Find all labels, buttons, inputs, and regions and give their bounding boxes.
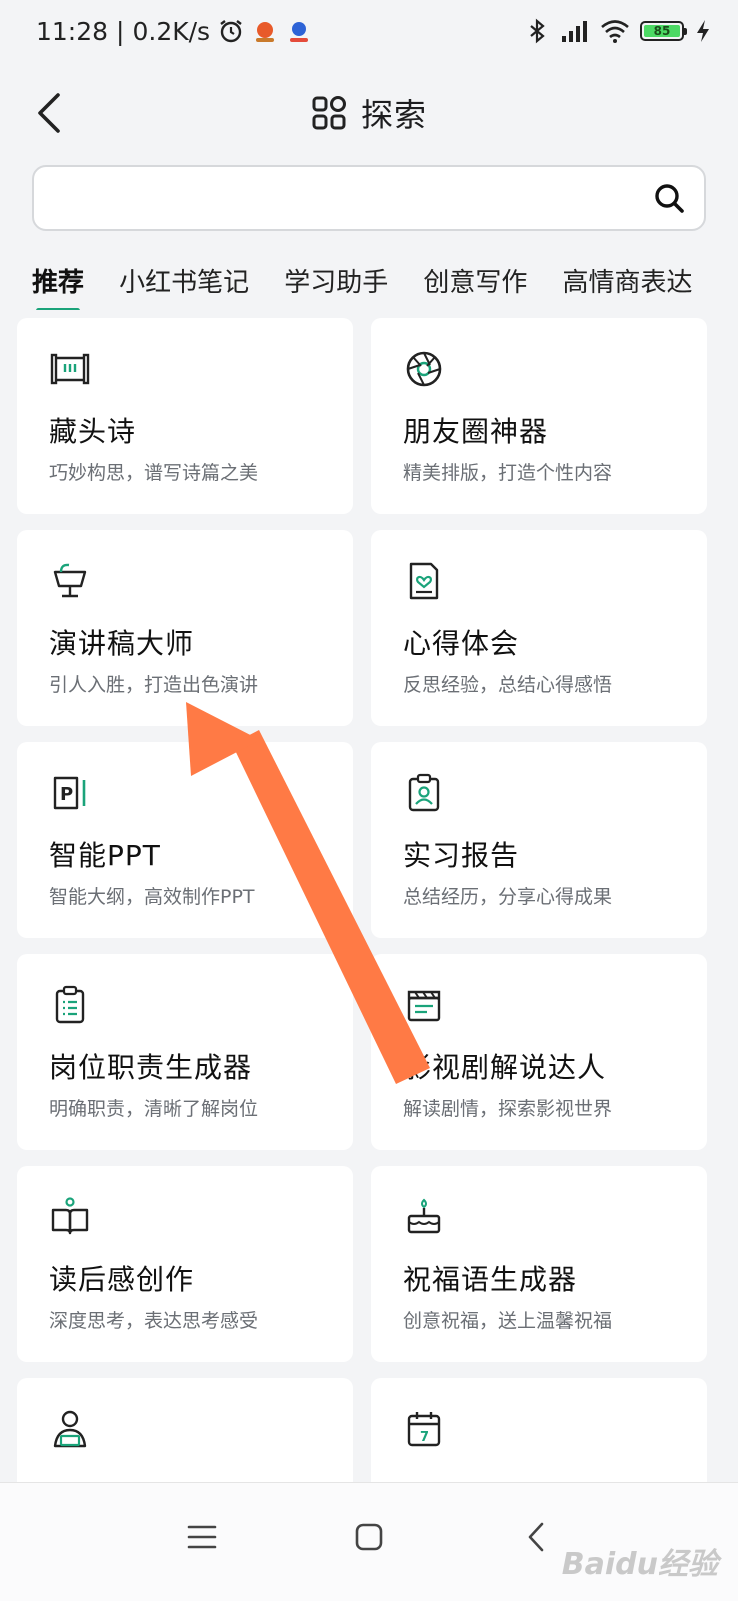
clipboard-person-icon [408, 773, 440, 812]
card-title: 演讲稿大师 [49, 627, 195, 660]
clapperboard-icon [407, 990, 441, 1022]
calendar-icon: 7 [407, 1412, 441, 1447]
search-box[interactable] [32, 165, 706, 231]
card-description: 智能大纲，高效制作PPT [49, 886, 255, 908]
baidu-notification-icon [290, 22, 309, 42]
card-speech-master[interactable]: 演讲稿大师 引人入胜，打造出色演讲 [17, 530, 353, 726]
card-acrostic-poem[interactable]: 藏头诗 巧妙构思，谱写诗篇之美 [17, 318, 353, 514]
wifi-icon [601, 20, 629, 43]
card-film-commentary[interactable]: 影视剧解说达人 解读剧情，探索影视世界 [371, 954, 707, 1150]
status-network-speed: 0.2K/s [132, 16, 211, 46]
open-book-icon [51, 1197, 89, 1235]
status-left: 11:28 | 0.2K/s [36, 17, 312, 46]
card-description: 深度思考，表达思考感受 [49, 1310, 259, 1332]
explore-grid-icon [312, 96, 346, 130]
header: 探索 [0, 78, 738, 148]
card-book-review[interactable]: 读后感创作 深度思考，表达思考感受 [17, 1166, 353, 1362]
card-moments-tool[interactable]: 朋友圈神器 精美排版，打造个性内容 [371, 318, 707, 514]
search-icon[interactable] [652, 181, 686, 215]
menu-button[interactable] [172, 1507, 232, 1567]
person-laptop-icon [53, 1410, 87, 1448]
cake-icon [407, 1198, 441, 1234]
card-title: 读后感创作 [49, 1263, 195, 1296]
menu-icon [187, 1525, 217, 1549]
card-title: 实习报告 [403, 839, 520, 872]
charging-icon [697, 20, 709, 42]
home-square-icon [355, 1523, 383, 1551]
alarm-icon [220, 20, 242, 43]
card-description: 明确职责，清晰了解岗位 [49, 1098, 259, 1120]
battery-level: 85 [644, 24, 680, 38]
card-title: 藏头诗 [49, 415, 137, 448]
app-notification-icon [256, 22, 275, 42]
tab-creative-writing[interactable]: 创意写作 [423, 250, 527, 299]
signal-icon [562, 21, 587, 42]
baidu-watermark: Baidu经验 [561, 1547, 718, 1582]
status-divider: | [116, 16, 125, 46]
system-back-button[interactable] [506, 1507, 566, 1567]
status-bar: 11:28 | 0.2K/s 85 [0, 0, 738, 62]
ppt-letter: P [60, 784, 73, 805]
calendar-day-number: 7 [420, 1430, 429, 1445]
card-reflections[interactable]: 心得体会 反思经验，总结心得感悟 [371, 530, 707, 726]
back-triangle-icon [528, 1522, 544, 1552]
aperture-icon [406, 351, 442, 387]
card-title: 智能PPT [49, 839, 161, 872]
card-description: 总结经历，分享心得成果 [403, 886, 613, 908]
card-title: 岗位职责生成器 [49, 1051, 253, 1084]
category-tabs: 推荐 小红书笔记 学习助手 创意写作 高情商表达 [32, 250, 738, 310]
tab-high-eq-expression[interactable]: 高情商表达 [562, 250, 692, 299]
tab-recommended[interactable]: 推荐 [32, 250, 84, 299]
card-description: 精美排版，打造个性内容 [403, 462, 613, 484]
card-internship-report[interactable]: 实习报告 总结经历，分享心得成果 [371, 742, 707, 938]
card-title: 影视剧解说达人 [403, 1051, 607, 1084]
card-description: 巧妙构思，谱写诗篇之美 [49, 462, 259, 484]
system-navigation-bar: Baidu经验 [0, 1482, 738, 1601]
search-input[interactable] [52, 167, 634, 231]
home-button[interactable] [339, 1507, 399, 1567]
card-description: 反思经验，总结心得感悟 [403, 674, 613, 696]
card-title: 心得体会 [403, 627, 520, 660]
card-smart-ppt[interactable]: P 智能PPT 智能大纲，高效制作PPT [17, 742, 353, 938]
tab-xiaohongshu-notes[interactable]: 小红书笔记 [119, 250, 249, 299]
card-description: 引人入胜，打造出色演讲 [49, 674, 259, 696]
clipboard-list-icon [55, 985, 85, 1024]
card-job-duties-generator[interactable]: 岗位职责生成器 明确职责，清晰了解岗位 [17, 954, 353, 1150]
card-description: 创意祝福，送上温馨祝福 [403, 1310, 613, 1332]
podium-icon [53, 563, 87, 598]
bluetooth-icon [530, 18, 545, 44]
tab-study-assistant[interactable]: 学习助手 [284, 250, 388, 299]
ppt-icon: P [53, 776, 86, 810]
status-time: 11:28 [36, 16, 109, 46]
card-title: 朋友圈神器 [403, 415, 549, 448]
battery-indicator: 85 [640, 21, 687, 41]
page-title: 探索 [360, 96, 427, 134]
card-title: 祝福语生成器 [403, 1263, 578, 1296]
card-greeting-generator[interactable]: 祝福语生成器 创意祝福，送上温馨祝福 [371, 1166, 707, 1362]
status-right: 85 [524, 18, 712, 44]
scroll-icon [50, 353, 90, 385]
header-title-group: 探索 [0, 78, 738, 148]
heart-document-icon [409, 562, 439, 600]
card-description: 解读剧情，探索影视世界 [403, 1098, 613, 1120]
